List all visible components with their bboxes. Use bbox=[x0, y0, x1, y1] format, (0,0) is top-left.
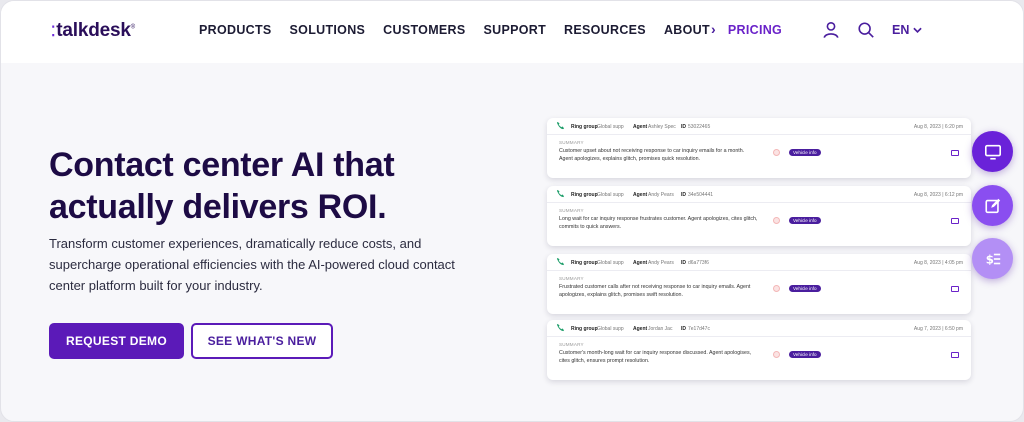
agent-label: Agent bbox=[633, 124, 648, 130]
logo-text: talkdesk bbox=[56, 20, 131, 41]
topic-badge: Vehicle info bbox=[789, 217, 821, 224]
call-card[interactable]: Ring group Global supp Agent Andy Pears … bbox=[547, 254, 971, 314]
call-card-header: Ring group Global supp Agent Andy Pears … bbox=[547, 254, 971, 271]
call-card[interactable]: Ring group Global supp Agent Jordan Jac … bbox=[547, 320, 971, 380]
dollar-list-icon: $ bbox=[985, 252, 1000, 266]
call-date: Aug 7, 2023 | 6:50 pm bbox=[913, 326, 963, 332]
sentiment-icon bbox=[773, 285, 780, 292]
menu-customers[interactable]: CUSTOMERS bbox=[383, 23, 465, 37]
ring-group-value: Global supp bbox=[597, 124, 624, 130]
ring-group-label: Ring group bbox=[571, 326, 598, 332]
call-card[interactable]: Ring group Global supp Agent Andy Pears … bbox=[547, 186, 971, 246]
phone-icon bbox=[556, 257, 565, 266]
message-icon[interactable] bbox=[951, 150, 959, 156]
call-card-body: SUMMARY Long wait for car inquiry respon… bbox=[547, 203, 971, 231]
call-card-header: Ring group Global supp Agent Ashley Spec… bbox=[547, 118, 971, 135]
agent-label: Agent bbox=[633, 260, 648, 266]
pricing-fab-button[interactable]: $ bbox=[972, 238, 1013, 279]
summary-label: SUMMARY bbox=[559, 208, 584, 213]
menu-pricing[interactable]: PRICING bbox=[728, 23, 782, 37]
language-label: EN bbox=[892, 23, 910, 37]
sentiment-icon bbox=[773, 149, 780, 156]
agent-value: Ashley Spec bbox=[648, 124, 676, 130]
request-demo-button[interactable]: REQUEST DEMO bbox=[49, 323, 184, 359]
agent-value: Andy Pears bbox=[648, 192, 674, 198]
summary-text: Frustrated customer calls after not rece… bbox=[559, 284, 751, 298]
monitor-fab-button[interactable] bbox=[972, 131, 1013, 172]
topic-badge: Vehicle info bbox=[789, 351, 821, 358]
sentiment-icon bbox=[773, 217, 780, 224]
topic-badge: Vehicle info bbox=[789, 149, 821, 156]
id-value: d6a773f6 bbox=[688, 260, 709, 266]
language-selector[interactable]: EN bbox=[892, 23, 922, 37]
logo-registered-mark: ® bbox=[130, 24, 135, 31]
user-icon[interactable] bbox=[822, 21, 840, 39]
edit-icon bbox=[984, 198, 1000, 213]
summary-label: SUMMARY bbox=[559, 140, 584, 145]
page-frame: ⁚talkdesk® PRODUCTS SOLUTIONS CUSTOMERS … bbox=[0, 0, 1024, 422]
call-card-header: Ring group Global supp Agent Jordan Jac … bbox=[547, 320, 971, 337]
call-date: Aug 8, 2023 | 4:05 pm bbox=[913, 260, 963, 266]
call-card-body: SUMMARY Customer's month-long wait for c… bbox=[547, 337, 971, 365]
menu-solutions[interactable]: SOLUTIONS bbox=[290, 23, 366, 37]
ring-group-label: Ring group bbox=[571, 192, 598, 198]
message-icon[interactable] bbox=[951, 286, 959, 292]
search-icon[interactable] bbox=[857, 21, 875, 39]
call-card-body: SUMMARY Frustrated customer calls after … bbox=[547, 271, 971, 299]
call-summary-cards: Ring group Global supp Agent Ashley Spec… bbox=[541, 115, 976, 385]
topic-badge: Vehicle info bbox=[789, 285, 821, 292]
ring-group-label: Ring group bbox=[571, 124, 598, 130]
chevron-down-icon bbox=[913, 27, 922, 33]
agent-label: Agent bbox=[633, 326, 648, 332]
call-date: Aug 8, 2023 | 6:20 pm bbox=[913, 124, 963, 130]
summary-text: Customer upset about not receiving respo… bbox=[559, 148, 745, 162]
agent-value: Andy Pears bbox=[648, 260, 674, 266]
main-menu: PRODUCTS SOLUTIONS CUSTOMERS SUPPORT RES… bbox=[199, 21, 800, 37]
edit-fab-button[interactable] bbox=[972, 185, 1013, 226]
call-card[interactable]: Ring group Global supp Agent Ashley Spec… bbox=[547, 118, 971, 178]
hero-subtitle: Transform customer experiences, dramatic… bbox=[49, 236, 455, 293]
menu-products[interactable]: PRODUCTS bbox=[199, 23, 272, 37]
id-value: 53022465 bbox=[688, 124, 711, 130]
id-label: ID bbox=[681, 192, 686, 198]
svg-text:$: $ bbox=[985, 252, 993, 266]
menu-about[interactable]: ABOUT bbox=[664, 23, 710, 37]
call-date: Aug 8, 2023 | 6:12 pm bbox=[913, 192, 963, 198]
id-label: ID bbox=[681, 124, 686, 130]
message-icon[interactable] bbox=[951, 352, 959, 358]
phone-icon bbox=[556, 323, 565, 332]
summary-text: Long wait for car inquiry response frust… bbox=[559, 216, 758, 230]
menu-next-chevron-icon[interactable]: › bbox=[711, 21, 716, 37]
menu-resources[interactable]: RESOURCES bbox=[564, 23, 646, 37]
phone-icon bbox=[556, 189, 565, 198]
call-card-body: SUMMARY Customer upset about not receivi… bbox=[547, 135, 971, 163]
ring-group-value: Global supp bbox=[597, 326, 624, 332]
ring-group-value: Global supp bbox=[597, 260, 624, 266]
summary-label: SUMMARY bbox=[559, 276, 584, 281]
message-icon[interactable] bbox=[951, 218, 959, 224]
id-value: 7e17d47c bbox=[688, 326, 710, 332]
phone-icon bbox=[556, 121, 565, 130]
ring-group-label: Ring group bbox=[571, 260, 598, 266]
logo-dots-icon: ⁚ bbox=[51, 23, 56, 39]
call-card-header: Ring group Global supp Agent Andy Pears … bbox=[547, 186, 971, 203]
top-nav: ⁚talkdesk® PRODUCTS SOLUTIONS CUSTOMERS … bbox=[1, 1, 1023, 63]
hero-title-line-1: Contact center AI that bbox=[49, 146, 395, 184]
summary-text: Customer's month-long wait for car inqui… bbox=[559, 350, 752, 364]
hero-title-line-2: actually delivers ROI. bbox=[49, 188, 387, 226]
id-label: ID bbox=[681, 326, 686, 332]
monitor-icon bbox=[984, 144, 1001, 160]
see-whats-new-button[interactable]: SEE WHAT'S NEW bbox=[191, 323, 333, 359]
menu-support[interactable]: SUPPORT bbox=[484, 23, 547, 37]
id-value: 34e504441 bbox=[688, 192, 714, 198]
summary-label: SUMMARY bbox=[559, 342, 584, 347]
sentiment-icon bbox=[773, 351, 780, 358]
agent-label: Agent bbox=[633, 192, 648, 198]
id-label: ID bbox=[681, 260, 686, 266]
ring-group-value: Global supp bbox=[597, 192, 624, 198]
hero-title: Contact center AI that actually delivers… bbox=[49, 144, 469, 228]
talkdesk-logo[interactable]: ⁚talkdesk® bbox=[51, 20, 135, 42]
agent-value: Jordan Jac bbox=[648, 326, 673, 332]
